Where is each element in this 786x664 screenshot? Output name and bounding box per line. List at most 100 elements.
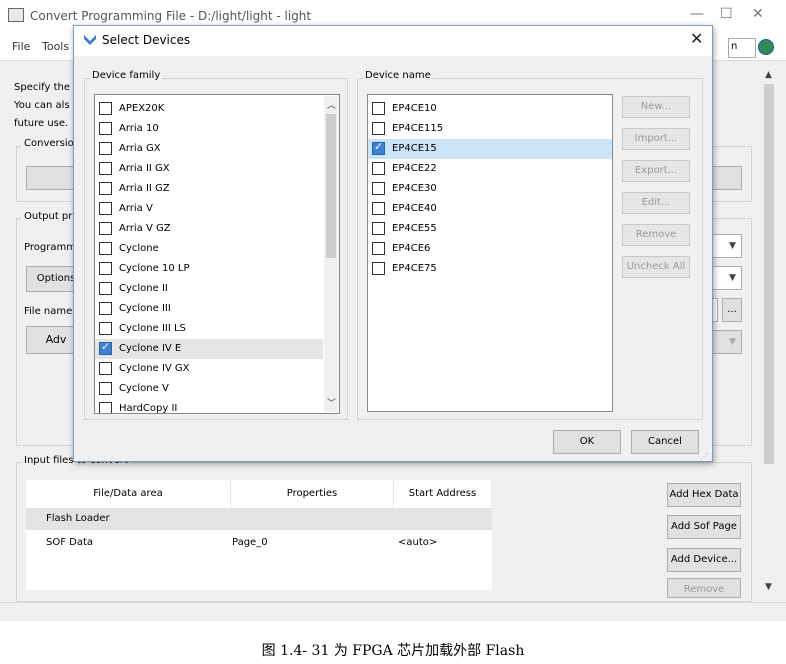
checkbox[interactable] [99, 362, 112, 375]
table-row[interactable]: SOF Data Page_0 <auto> [26, 532, 492, 554]
intro-line-2: You can als [14, 100, 70, 111]
device-family-item-label: Arria V GZ [119, 223, 171, 234]
scroll-up-icon[interactable]: ▲ [765, 70, 772, 80]
new-button: New... [622, 96, 690, 118]
device-name-item-label: EP4CE30 [392, 183, 437, 194]
file-name-label: File name [24, 306, 73, 317]
dialog-title: Select Devices [102, 33, 191, 47]
add-sof-page-button[interactable]: Add Sof Page [667, 515, 741, 539]
globe-icon[interactable] [758, 39, 774, 55]
device-family-list[interactable]: APEX20K Arria 10 Arria GX Arria II GX Arria … [94, 94, 340, 414]
checkbox[interactable] [372, 262, 385, 275]
checkbox[interactable] [99, 222, 112, 235]
checkbox[interactable] [372, 140, 385, 155]
device-family-item-label: Arria II GX [119, 163, 170, 174]
checkbox[interactable] [99, 302, 112, 315]
device-name-list-item[interactable]: EP4CE30 [368, 179, 612, 199]
scroll-down-icon[interactable]: ▼ [765, 582, 772, 592]
menu-tools[interactable]: Tools [42, 40, 69, 53]
checkbox[interactable] [99, 402, 112, 413]
device-family-item-label: HardCopy II [119, 403, 178, 414]
column-header-properties[interactable]: Properties [231, 481, 394, 507]
conversion-button-right[interactable] [712, 166, 742, 190]
checkbox[interactable] [99, 382, 112, 395]
checkbox[interactable] [372, 102, 385, 115]
device-name-list-item[interactable]: EP4CE10 [368, 99, 612, 119]
device-family-list-item[interactable]: Cyclone V [95, 379, 323, 399]
checkbox[interactable] [99, 182, 112, 195]
device-family-list-item[interactable]: Cyclone III [95, 299, 323, 319]
device-family-list-item[interactable]: Arria GX [95, 139, 323, 159]
scroll-up-icon[interactable]: ︿ [327, 98, 336, 111]
device-family-list-item[interactable]: Arria 10 [95, 119, 323, 139]
checkbox[interactable] [99, 202, 112, 215]
add-device-button[interactable]: Add Device... [667, 548, 741, 572]
minimize-icon[interactable]: — [690, 6, 704, 22]
device-family-item-label: Arria GX [119, 143, 161, 154]
device-family-list-item[interactable]: Cyclone [95, 239, 323, 259]
programming-type-dropdown[interactable]: ▼ [712, 234, 742, 258]
checkbox[interactable] [372, 162, 385, 175]
device-family-list-item[interactable]: Cyclone IV E [95, 339, 323, 359]
browse-button[interactable]: ... [722, 298, 742, 322]
device-name-list-item[interactable]: EP4CE75 [368, 259, 612, 279]
device-family-list-item[interactable]: Arria V [95, 199, 323, 219]
device-name-list-item[interactable]: EP4CE22 [368, 159, 612, 179]
chevron-down-icon: ▼ [729, 241, 736, 251]
checkbox[interactable] [99, 122, 112, 135]
add-hex-data-button[interactable]: Add Hex Data [667, 483, 741, 507]
device-family-list-item[interactable]: Cyclone III LS [95, 319, 323, 339]
checkbox[interactable] [372, 222, 385, 235]
menu-file[interactable]: File [12, 40, 30, 53]
checkbox[interactable] [372, 242, 385, 255]
checkbox[interactable] [372, 122, 385, 135]
device-name-list-item[interactable]: EP4CE115 [368, 119, 612, 139]
device-family-item-label: Cyclone IV E [119, 343, 182, 354]
device-name-list-item[interactable]: EP4CE40 [368, 199, 612, 219]
remove-device-button: Remove [622, 224, 690, 246]
maximize-icon[interactable]: ☐ [720, 6, 733, 22]
device-family-list-item[interactable]: HardCopy II [95, 399, 323, 414]
device-family-item-label: Cyclone V [119, 383, 169, 394]
close-window-icon[interactable]: ✕ [752, 6, 764, 22]
row-address: <auto> [398, 537, 438, 548]
column-header-file-data-area[interactable]: File/Data area [26, 481, 231, 507]
device-name-list-item[interactable]: EP4CE55 [368, 219, 612, 239]
device-family-item-label: Arria V [119, 203, 153, 214]
checkbox[interactable] [99, 340, 112, 355]
resize-grip-icon[interactable]: ⋰ [700, 452, 708, 461]
family-scrollbar-thumb[interactable] [326, 114, 336, 258]
main-scrollbar-thumb[interactable] [764, 84, 774, 464]
checkbox[interactable] [99, 262, 112, 275]
checkbox[interactable] [99, 282, 112, 295]
checkbox[interactable] [99, 142, 112, 155]
device-family-list-item[interactable]: Cyclone IV GX [95, 359, 323, 379]
device-family-list-item[interactable]: Arria V GZ [95, 219, 323, 239]
device-family-item-label: APEX20K [119, 103, 165, 114]
checkbox[interactable] [99, 102, 112, 115]
checkbox[interactable] [372, 202, 385, 215]
close-icon[interactable]: ✕ [690, 29, 703, 48]
output-label: Output pr [22, 211, 75, 222]
scroll-down-icon[interactable]: ﹀ [327, 396, 336, 409]
checkbox[interactable] [99, 242, 112, 255]
cancel-button[interactable]: Cancel [631, 430, 699, 454]
ok-button[interactable]: OK [553, 430, 621, 454]
device-family-list-item[interactable]: Cyclone 10 LP [95, 259, 323, 279]
device-family-list-item[interactable]: Cyclone II [95, 279, 323, 299]
device-name-list[interactable]: EP4CE10 EP4CE115 EP4CE15 EP4CE22 EP4CE30 EP4C… [367, 94, 613, 412]
checkbox[interactable] [99, 162, 112, 175]
device-name-list-item[interactable]: EP4CE6 [368, 239, 612, 259]
device-name-list-item[interactable]: EP4CE15 [368, 139, 612, 159]
checkbox[interactable] [99, 322, 112, 335]
device-name-item-label: EP4CE10 [392, 103, 437, 114]
mode-dropdown[interactable]: ▼ [712, 266, 742, 290]
search-input[interactable]: n [728, 38, 756, 58]
advanced-label: Adv [45, 333, 67, 346]
device-family-list-item[interactable]: APEX20K [95, 99, 323, 119]
table-row[interactable]: Flash Loader [26, 508, 492, 530]
column-header-start-address[interactable]: Start Address [394, 481, 492, 507]
device-family-list-item[interactable]: Arria II GX [95, 159, 323, 179]
checkbox[interactable] [372, 182, 385, 195]
device-family-list-item[interactable]: Arria II GZ [95, 179, 323, 199]
